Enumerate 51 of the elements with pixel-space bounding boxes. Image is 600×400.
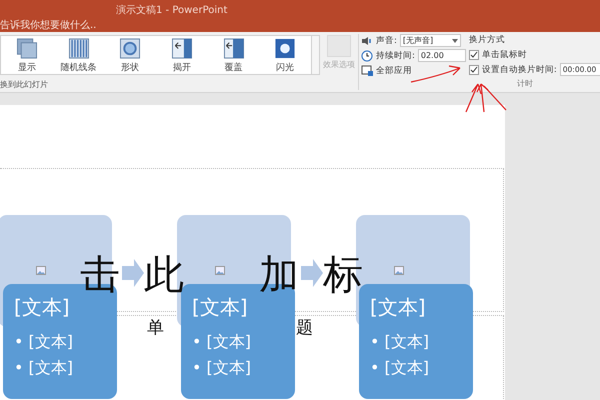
annotation-arrow: [410, 65, 461, 83]
on-click-label: 单击鼠标时: [482, 48, 527, 60]
group-label: 计时: [516, 78, 533, 89]
gallery-scrollbar[interactable]: [311, 35, 320, 75]
sound-label: 声音:: [376, 34, 397, 46]
flash-icon: [274, 38, 296, 59]
title-text: 击: [80, 251, 120, 299]
image-icon: [36, 266, 46, 275]
transition-button[interactable]: 随机线条: [52, 36, 104, 74]
title-text: 此: [144, 251, 184, 299]
squares-icon: [16, 38, 38, 59]
speaker-icon: [361, 36, 373, 46]
window-title: 演示文稿1 - PowerPoint: [116, 4, 228, 17]
bars-icon: [68, 38, 90, 59]
card-bullet: • [文本]: [370, 357, 430, 379]
sound-dropdown[interactable]: [无声音]: [400, 34, 461, 47]
transition-button[interactable]: 揭开: [156, 36, 208, 74]
card-bullet: • [文本]: [192, 331, 252, 353]
annotation-arrow: [465, 83, 482, 113]
transition-button[interactable]: 显示: [1, 36, 53, 74]
card-bullet: • [文本]: [370, 331, 430, 353]
image-icon: [215, 266, 225, 275]
apply-icon: [361, 65, 373, 76]
duration-label: 持续时间:: [376, 50, 415, 62]
duration-spinner[interactable]: 02.00: [418, 49, 466, 62]
card-heading: [文本]: [14, 294, 71, 320]
card-bullet: • [文本]: [192, 357, 252, 379]
tell-me-field[interactable]: 告诉我你想要做什么..: [0, 18, 96, 32]
card-bullet: • [文本]: [14, 357, 74, 379]
arrow-icon: [122, 259, 144, 287]
subtitle-text: 单: [147, 318, 164, 338]
after-label: 设置自动换片时间:: [482, 64, 557, 76]
arrow-icon: [301, 259, 323, 287]
card-heading: [文本]: [192, 294, 249, 320]
annotation-line: [484, 86, 506, 110]
title-text: 加: [259, 251, 299, 299]
group-label: 换到此幻灯片: [0, 79, 48, 90]
title-text: 标: [323, 251, 363, 299]
checkbox[interactable]: [468, 64, 479, 74]
apply-to-all-button[interactable]: 全部应用: [361, 64, 466, 77]
image-icon: [394, 266, 404, 275]
subtitle-text: 题: [296, 318, 313, 338]
caret-icon: [452, 38, 458, 42]
advance-heading: 换片方式: [468, 34, 506, 46]
clock-icon: [361, 50, 373, 62]
transition-button[interactable]: 闪光: [259, 36, 312, 74]
checkbox[interactable]: [468, 50, 479, 60]
card-bullet: • [文本]: [14, 331, 74, 353]
card-heading: [文本]: [370, 294, 427, 320]
transition-button[interactable]: 覆盖: [208, 36, 260, 74]
transition-button[interactable]: 形状: [104, 36, 156, 74]
